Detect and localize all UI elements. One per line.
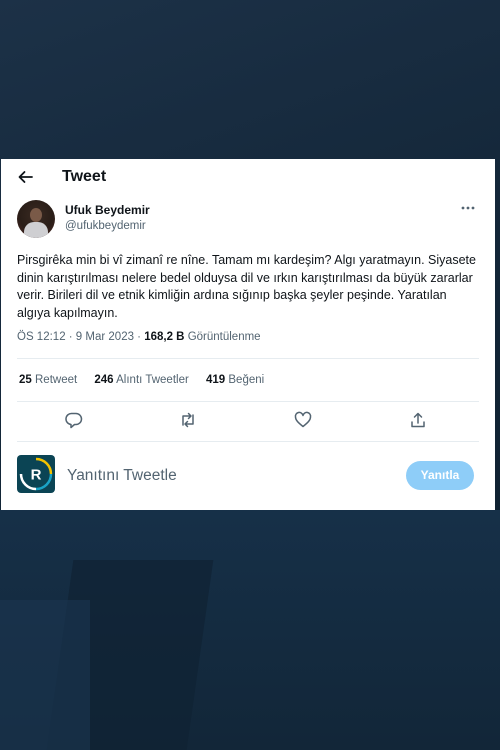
tweet-header: Tweet: [1, 159, 495, 195]
divider: [17, 441, 479, 442]
author-handle[interactable]: @ufukbeydemir: [65, 220, 146, 232]
tweet-timestamp[interactable]: ÖS 12:12 · 9 Mar 2023 ·: [17, 331, 144, 343]
action-bar: [1, 411, 495, 431]
views-count: 168,2 B: [144, 331, 185, 343]
divider: [17, 401, 479, 402]
like-stat[interactable]: 419 Beğeni: [206, 374, 264, 386]
divider: [17, 358, 479, 359]
tweet-stats: 25 Retweet 246 Alıntı Tweetler 419 Beğen…: [19, 374, 278, 386]
reply-button[interactable]: Yanıtla: [406, 461, 474, 490]
tweet-meta: ÖS 12:12 · 9 Mar 2023 · 168,2 B Görüntül…: [17, 331, 261, 343]
avatar[interactable]: [17, 200, 55, 238]
rudaw-logo-icon: R: [17, 455, 55, 493]
svg-text:R: R: [31, 467, 42, 484]
share-icon[interactable]: [409, 411, 427, 429]
reply-icon[interactable]: [65, 411, 83, 429]
like-icon[interactable]: [294, 411, 312, 429]
tweet-card: Tweet Ufuk Beydemir @ufukbeydemir Pirsgi…: [1, 159, 495, 510]
reply-composer: R Yanıtını Tweetle Yanıtla: [1, 449, 495, 499]
author-name[interactable]: Ufuk Beydemir: [65, 203, 150, 217]
views-label: Görüntülenme: [187, 331, 261, 343]
quote-stat[interactable]: 246 Alıntı Tweetler: [94, 374, 188, 386]
tweet-text: Pirsgirêka min bi vî zimanî re nîne. Tam…: [17, 253, 476, 320]
more-dots-icon[interactable]: [461, 205, 475, 211]
arrow-left-icon[interactable]: [17, 169, 33, 185]
reply-input[interactable]: Yanıtını Tweetle: [67, 467, 177, 485]
retweet-stat[interactable]: 25 Retweet: [19, 374, 77, 386]
page-title: Tweet: [62, 168, 107, 185]
retweet-icon[interactable]: [179, 411, 197, 429]
background-shape: [0, 600, 90, 750]
